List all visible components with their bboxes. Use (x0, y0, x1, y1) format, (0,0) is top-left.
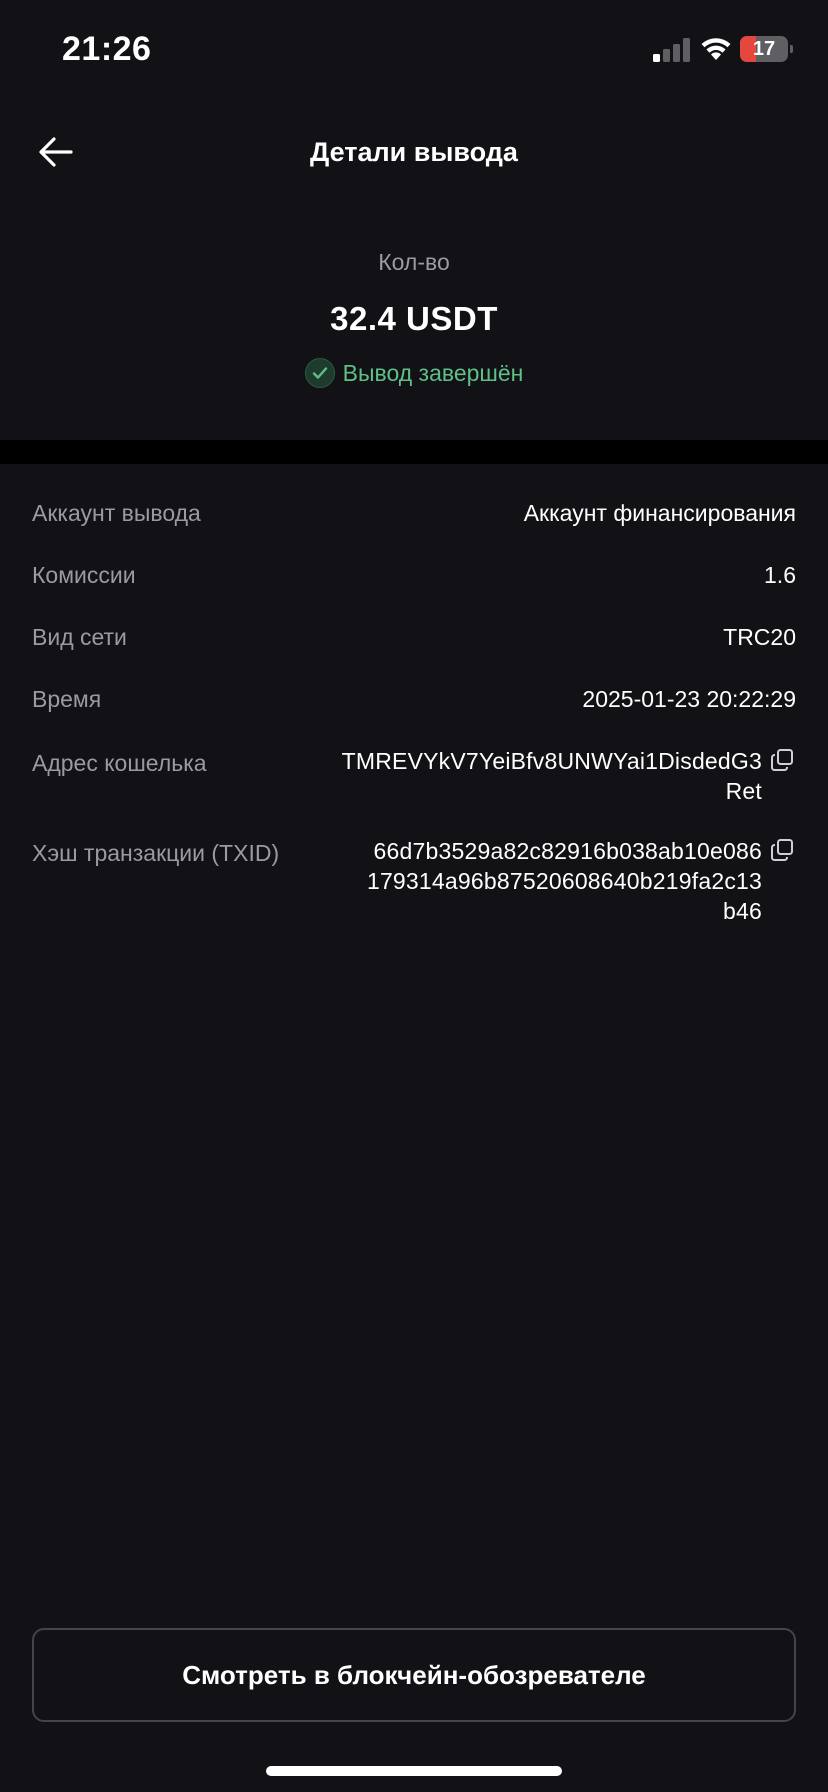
txid-value-group: 66d7b3529a82c82916b038ab10e086 179314a96… (367, 836, 796, 926)
detail-row-time: Время 2025-01-23 20:22:29 (32, 682, 796, 716)
txid-value[interactable]: 66d7b3529a82c82916b038ab10e086 179314a96… (367, 836, 762, 926)
wallet-address-line: Ret (725, 778, 762, 804)
wifi-icon (701, 38, 731, 60)
detail-row-fees: Комиссии 1.6 (32, 558, 796, 592)
cellular-signal-icon (653, 38, 690, 62)
txid-line: 179314a96b87520608640b219fa2c13 (366, 868, 762, 894)
status-time: 21:26 (62, 30, 152, 68)
detail-row-wallet-address: Адрес кошелька TMREVYkV7YeiBfv8UNWYai1Di… (32, 746, 796, 810)
txid-line: 66d7b3529a82c82916b038ab10e086 (373, 838, 762, 864)
network-value: TRC20 (723, 624, 796, 650)
txid-line: b46 (723, 898, 762, 924)
arrow-left-icon (39, 137, 73, 167)
status-bar: 21:26 17 (0, 0, 828, 100)
copy-icon (771, 749, 793, 771)
account-label: Аккаунт вывода (32, 500, 201, 526)
detail-row-txid: Хэш транзакции (TXID) 66d7b3529a82c82916… (32, 836, 796, 930)
time-value: 2025-01-23 20:22:29 (582, 686, 796, 712)
copy-txid-button[interactable] (768, 838, 796, 866)
amount-section: Кол-во 32.4 USDT Вывод завершён (0, 245, 828, 391)
fees-value: 1.6 (764, 562, 796, 588)
status-badge: Вывод завершён (0, 355, 828, 391)
wallet-address-value-group: TMREVYkV7YeiBfv8UNWYai1DisdedG3 Ret (342, 746, 796, 806)
wallet-address-line: TMREVYkV7YeiBfv8UNWYai1DisdedG3 (341, 748, 762, 774)
header: Детали вывода (0, 110, 828, 194)
txid-label: Хэш транзакции (TXID) (32, 840, 280, 866)
network-label: Вид сети (32, 624, 127, 650)
back-button[interactable] (28, 124, 84, 180)
copy-wallet-address-button[interactable] (768, 748, 796, 776)
wallet-address-value[interactable]: TMREVYkV7YeiBfv8UNWYai1DisdedG3 Ret (342, 746, 762, 806)
withdrawal-details-screen: 21:26 17 Детали вывода Кол-во 32.4 USDT … (0, 0, 828, 1792)
amount-value: 32.4 USDT (330, 300, 498, 337)
time-label: Время (32, 686, 102, 712)
account-value: Аккаунт финансирования (523, 500, 796, 526)
detail-row-account: Аккаунт вывода Аккаунт финансирования (32, 496, 796, 530)
page-title: Детали вывода (310, 137, 518, 167)
fees-label: Комиссии (32, 562, 136, 588)
battery-indicator: 17 (740, 36, 793, 62)
amount-label: Кол-во (378, 249, 450, 275)
battery-cap (790, 45, 793, 53)
wallet-address-label: Адрес кошелька (32, 750, 207, 776)
check-circle-icon (304, 358, 335, 388)
view-in-explorer-button[interactable]: Смотреть в блокчейн-обозревателе (32, 1628, 796, 1722)
section-divider (0, 440, 828, 464)
battery-level: 17 (752, 38, 776, 60)
copy-icon (771, 839, 793, 861)
home-indicator (266, 1766, 562, 1776)
status-text: Вывод завершён (342, 359, 524, 386)
battery-body: 17 (740, 36, 788, 62)
detail-row-network: Вид сети TRC20 (32, 620, 796, 654)
